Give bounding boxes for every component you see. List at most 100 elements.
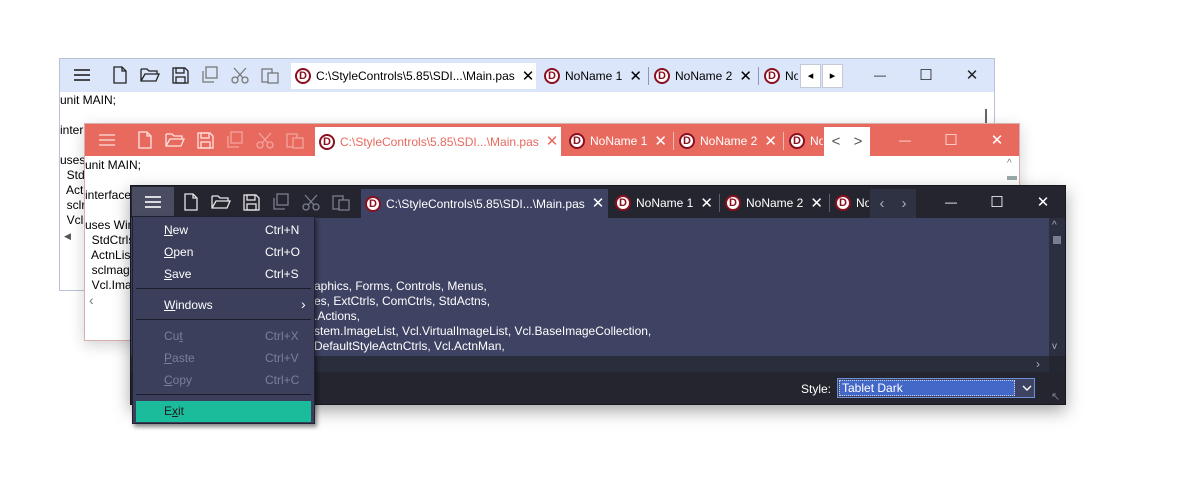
close-tab-icon[interactable]: ✕ [546,134,559,149]
menu-item-windows[interactable]: Windows › [136,295,311,315]
cut-icon[interactable] [228,63,252,87]
tab-main-pas[interactable]: D C:\StyleControls\5.85\SDI...\Main.pas … [361,189,608,218]
close-window-button[interactable]: ✕ [949,59,994,90]
size-grip-icon[interactable]: ↖ [1051,390,1060,403]
close-tab-icon[interactable]: ✕ [764,134,777,149]
close-tab-icon[interactable]: ✕ [522,69,535,84]
title-bar: D C:\StyleControls\5.85\SDI...\Main.pas … [60,59,994,92]
scroll-up-arrow-icon[interactable]: ^ [1007,158,1012,169]
scroll-left-arrow-icon[interactable]: ◀ [64,231,71,242]
tab-main-pas[interactable]: D C:\StyleControls\5.85\SDI...\Main.pas … [291,63,536,89]
tab-scroll-right-button[interactable]: ▸ [822,64,843,88]
tab-scroll-left-button[interactable]: < [826,132,846,152]
maximize-button[interactable]: ☐ [928,124,974,155]
tab-divider [783,132,784,150]
code-line: interface [85,188,132,202]
menu-item-save[interactable]: Save Ctrl+S [136,264,311,284]
code-line: unit MAIN; [85,158,142,172]
close-tab-icon[interactable]: ✕ [654,134,667,149]
maximize-button[interactable]: ☐ [903,59,949,90]
chevron-down-icon[interactable] [1020,380,1034,396]
open-folder-icon[interactable] [163,128,187,152]
close-tab-icon[interactable]: ✕ [700,196,713,211]
menu-item-new[interactable]: New Ctrl+N [136,220,311,240]
tab-no[interactable]: D No [831,190,869,216]
close-window-button[interactable]: ✕ [1020,186,1065,217]
tab-no[interactable]: D No [760,63,798,89]
delphi-logo-icon: D [679,133,695,149]
scroll-down-arrow-icon[interactable]: v [1052,341,1057,352]
minimize-button[interactable]: — [857,59,903,90]
menu-item-copy[interactable]: Copy Ctrl+C [136,370,311,390]
cut-icon[interactable] [253,128,277,152]
new-file-icon[interactable] [179,190,203,214]
scrollbar-thumb[interactable] [1053,236,1061,244]
menu-item-paste[interactable]: Paste Ctrl+V [136,348,311,368]
close-tab-icon[interactable]: ✕ [810,196,823,211]
menu-item-open[interactable]: Open Ctrl+O [136,242,311,262]
maximize-button[interactable]: ☐ [974,186,1020,217]
delphi-logo-icon: D [835,195,851,211]
open-folder-icon[interactable] [209,190,233,214]
tab-scroll-left-button[interactable]: ◂ [800,64,821,88]
scroll-up-arrow-icon[interactable]: ^ [1052,220,1057,231]
menu-item-label: Open [164,245,193,259]
title-bar: D C:\StyleControls\5.85\SDI...\Main.pas … [131,186,1065,218]
minimize-button[interactable]: — [882,124,928,155]
label-start: E [164,404,173,418]
paste-icon[interactable] [283,128,307,152]
tab-scroll-left-button[interactable]: ‹ [872,194,892,214]
close-tab-icon[interactable]: ✕ [592,196,605,211]
tab-noname-1[interactable]: D NoName 1 ✕ [540,63,645,89]
tab-label: No [810,134,823,148]
tab-scroll-right-button[interactable]: > [848,132,868,152]
tab-label: C:\StyleControls\5.85\SDI...\Main.pas [316,69,515,83]
style-select[interactable]: Tablet Dark [837,378,1035,398]
accel-char: W [164,298,176,312]
paste-icon[interactable] [329,190,353,214]
tab-scroll-right-button[interactable]: › [894,194,914,214]
scroll-left-arrow-icon[interactable]: ‹ [89,292,94,308]
copy-icon[interactable] [198,63,222,87]
tab-main-pas[interactable]: D C:\StyleControls\5.85\SDI...\Main.pas … [315,127,561,156]
save-icon[interactable] [239,190,263,214]
tab-noname-2[interactable]: D NoName 2 ✕ [650,63,756,89]
open-folder-icon[interactable] [138,63,162,87]
menu-separator [136,319,311,320]
close-tab-icon[interactable]: ✕ [629,69,642,84]
copy-icon[interactable] [223,128,247,152]
save-icon[interactable] [193,128,217,152]
tab-noname-2[interactable]: D NoName 2 ✕ [721,190,827,216]
menu-item-cut[interactable]: Cut Ctrl+X [136,326,311,346]
menu-item-label: Copy [164,373,192,387]
code-line: DefaultStyleActnCtrls, Vcl.ActnMan, [314,339,505,353]
menu-icon[interactable] [70,63,94,87]
menu-shortcut: Ctrl+C [265,373,300,387]
scroll-right-arrow-icon[interactable]: › [1036,357,1040,371]
close-window-button[interactable]: ✕ [974,124,1019,155]
tab-noname-2[interactable]: D NoName 2 ✕ [675,128,781,154]
cut-icon[interactable] [299,190,323,214]
paste-icon[interactable] [258,63,282,87]
menu-shortcut: Ctrl+X [265,329,299,343]
tab-noname-1[interactable]: D NoName 1 ✕ [611,190,717,216]
minimize-button[interactable]: — [928,186,974,217]
delphi-logo-icon: D [319,133,335,150]
label-start: Cu [164,329,180,343]
close-tab-icon[interactable]: ✕ [739,69,752,84]
delphi-logo-icon: D [569,133,585,149]
menu-icon[interactable] [95,128,119,152]
tab-noname-1[interactable]: D NoName 1 ✕ [565,128,671,154]
tab-no[interactable]: D No [785,128,823,154]
save-icon[interactable] [168,63,192,87]
menu-item-exit[interactable]: Exit [136,401,311,422]
code-line: StdCtrls [85,233,135,247]
menu-separator [136,288,311,289]
scrollbar-thumb[interactable] [1007,176,1017,180]
new-file-icon[interactable] [108,63,132,87]
menu-icon[interactable] [141,190,165,214]
menu-item-label: Exit [164,404,184,418]
tab-label: C:\StyleControls\5.85\SDI...\Main.pas [386,196,585,211]
copy-icon[interactable] [269,190,293,214]
new-file-icon[interactable] [133,128,157,152]
